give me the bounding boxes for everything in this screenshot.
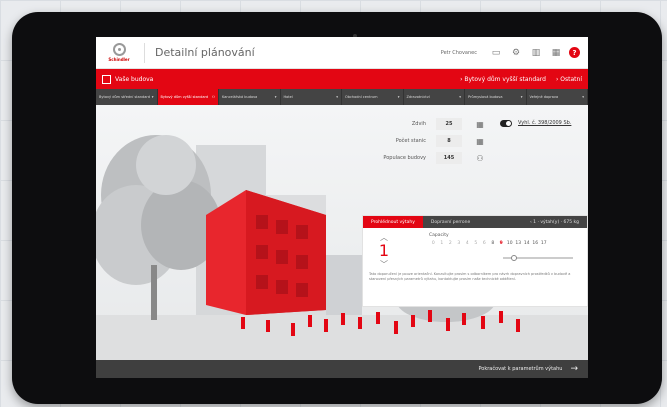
capacity-scale: 0 1 2 3 4 5 6 8 9 10 13 14 16 17 (429, 241, 548, 246)
floor-number: 1 (378, 241, 390, 260)
slider-knob[interactable] (511, 255, 517, 261)
card-note: Tato doporučení je pouze orientační. Kon… (369, 272, 571, 281)
settings-gear-icon[interactable]: ⚙ (509, 46, 523, 60)
app-screen: Schindler Detailní plánování Petr Chovan… (96, 37, 588, 378)
tab-industrial[interactable]: Průmyslová budova ▾ (465, 89, 527, 105)
tab-healthcare[interactable]: Zdravotnictví ▾ (404, 89, 465, 105)
norm-link[interactable]: Vyhl. č. 398/2009 Sb. (518, 120, 571, 126)
building-visualization: Zdvih 25 ▦ Počet stanic 8 ▦ Populace bud… (96, 105, 588, 360)
header-divider (144, 42, 145, 63)
tab-hotel[interactable]: Hotel ▾ (281, 89, 342, 105)
scale-value: 5 (474, 241, 478, 246)
help-icon[interactable]: ? (569, 47, 580, 58)
building-type-tabs: Bytový dům střední standard ▾ Bytový dům … (96, 89, 588, 105)
schindler-logo-icon (112, 43, 126, 56)
other-link[interactable]: › Ostatní (556, 76, 582, 83)
page-title: Detailní plánování (155, 46, 255, 59)
tab-residential-standard[interactable]: Bytový dům střední standard ▾ (96, 89, 158, 105)
people-icon: ⚇ (476, 153, 484, 163)
norm-toggle[interactable] (500, 120, 512, 127)
arrow-right-icon: → (570, 364, 578, 374)
stops-value[interactable]: 8 (436, 135, 462, 147)
chevron-down-icon: ▾ (274, 94, 277, 99)
grid-menu-icon[interactable]: ▦ (549, 46, 563, 60)
building-icon[interactable]: ▥ (529, 46, 543, 60)
scale-value: 3 (457, 241, 461, 246)
chevron-down-icon: ▾ (336, 94, 338, 99)
population-label: Populace budovy (383, 155, 426, 161)
scale-value: 14 (523, 241, 530, 246)
tab-view-elevators[interactable]: Prohlédnout výtahy (363, 216, 423, 228)
scale-value: 9 (499, 241, 503, 246)
building-type-link[interactable]: › Bytový dům vyšší standard (460, 76, 546, 83)
capacity-slider[interactable] (503, 255, 573, 261)
scale-value: 2 (448, 241, 452, 246)
scale-value: 16 (532, 241, 539, 246)
chevron-down-icon[interactable]: ﹀ (373, 259, 395, 270)
capacity-label: Capacity (429, 233, 449, 238)
chat-icon[interactable]: ▭ (489, 46, 503, 60)
chevron-down-icon: ▾ (151, 94, 154, 99)
app-header: Schindler Detailní plánování Petr Chovan… (96, 37, 588, 69)
building-bar: Vaše budova › Bytový dům vyšší standard … (96, 69, 588, 89)
scale-value: 4 (465, 241, 469, 246)
tab-shopping[interactable]: Obchodní centrum ▾ (342, 89, 404, 105)
scale-value: 17 (540, 241, 547, 246)
schindler-logo[interactable]: Schindler (104, 43, 134, 62)
card-tabs: Prohlédnout výtahy Dopravní perrone ‹ 1 … (363, 216, 587, 228)
logo-text: Schindler (108, 57, 130, 62)
chevron-down-icon: ▾ (459, 94, 461, 99)
scale-value: 8 (491, 241, 495, 246)
chevron-down-icon: ▾ (397, 94, 400, 99)
floors-value[interactable]: 25 (436, 118, 462, 130)
stops-icon: ▦ (476, 136, 484, 146)
building-bar-title: Vaše budova (115, 75, 154, 83)
chevron-down-icon: ▾ (582, 94, 584, 99)
scale-value: 1 (440, 241, 444, 246)
building-outline-icon (102, 74, 111, 84)
user-name[interactable]: Petr Chovanec (441, 50, 477, 56)
people-icon: ⚇ (211, 94, 215, 99)
elevator-recommendation-card: Prohlédnout výtahy Dopravní perrone ‹ 1 … (362, 215, 588, 307)
floor-selector: ︿ 1 ﹀ (373, 232, 395, 270)
scale-value: 10 (506, 241, 513, 246)
population-value[interactable]: 145 (436, 152, 462, 164)
background-building (326, 255, 362, 315)
tab-residential-high[interactable]: Bytový dům vyšší standard ⚇ (157, 89, 219, 105)
elevator-count-summary: ‹ 1 · výtah(y) · 675 kg (529, 219, 579, 225)
continue-bar[interactable]: Pokračovat k parametrům výtahu → (96, 360, 588, 378)
floors-label: Zdvih (411, 121, 426, 127)
tab-traffic[interactable]: Dopravní perrone (423, 216, 478, 228)
scale-value: 0 (431, 241, 435, 246)
tab-office[interactable]: Kancelářská budova ▾ (219, 89, 281, 105)
stops-label: Počet stanic (395, 138, 426, 144)
continue-label: Pokračovat k parametrům výtahu (478, 366, 563, 372)
tab-public-transport[interactable]: Veřejné doprava ▾ (527, 89, 588, 105)
chevron-down-icon: ▾ (520, 94, 523, 99)
scale-value: 6 (482, 241, 486, 246)
floors-icon: ▦ (476, 119, 484, 129)
scale-value: 13 (515, 241, 522, 246)
